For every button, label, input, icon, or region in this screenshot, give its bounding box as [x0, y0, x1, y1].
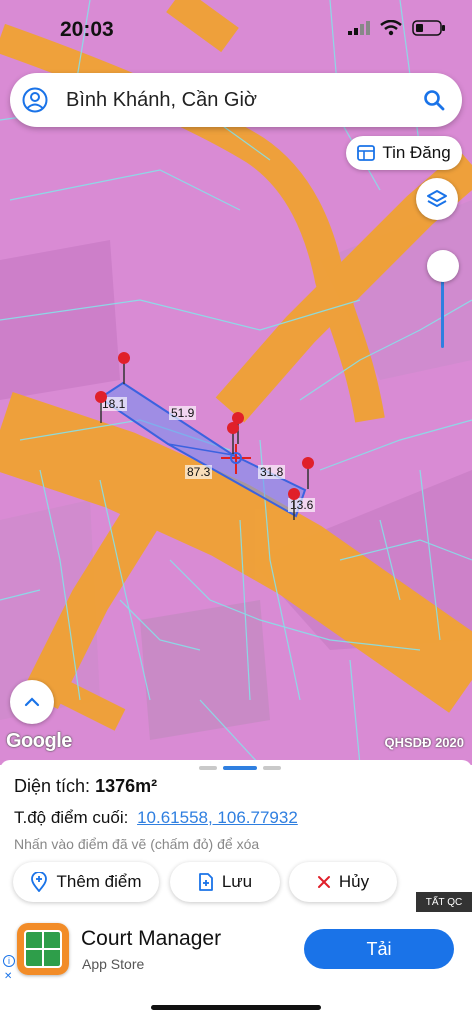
- area-value: 1376m²: [95, 776, 158, 796]
- cancel-label: Hủy: [338, 872, 370, 891]
- coords-label: T.độ điểm cuối:: [14, 808, 129, 827]
- coords-readout: T.độ điểm cuối: 10.61558, 106.77932: [14, 808, 298, 828]
- page-dot: [199, 766, 217, 770]
- tin-dang-label: Tin Đăng: [382, 143, 451, 162]
- save-button[interactable]: Lưu: [170, 862, 280, 902]
- opacity-slider-handle[interactable]: [427, 250, 459, 282]
- map-view[interactable]: 18.1 51.9 87.3 31.8 13.6 20:03 Bình Khán…: [0, 0, 472, 765]
- listing-icon: [357, 145, 376, 161]
- save-label: Lưu: [221, 872, 253, 891]
- coords-link[interactable]: 10.61558, 106.77932: [137, 808, 298, 827]
- google-logo: Google: [6, 730, 72, 752]
- expand-panel-button[interactable]: [10, 680, 54, 724]
- layers-button[interactable]: [416, 178, 458, 220]
- hide-ads-button[interactable]: TẤT QC: [416, 892, 472, 912]
- ad-close-icon[interactable]: ✕: [4, 971, 12, 982]
- wifi-icon: [380, 20, 402, 36]
- area-readout: Diện tích: 1376m²: [14, 776, 157, 797]
- status-time: 20:03: [60, 18, 114, 41]
- ad-app-icon: [17, 923, 69, 975]
- ad-subtitle: App Store: [82, 956, 145, 972]
- hint-text: Nhấn vào điểm đã vẽ (chấm đỏ) để xóa: [14, 836, 260, 852]
- layers-icon: [427, 190, 447, 207]
- ad-install-button[interactable]: Tải: [304, 929, 454, 969]
- search-icon[interactable]: [422, 88, 446, 112]
- measurement-panel: Diện tích: 1376m² T.độ điểm cuối: 10.615…: [0, 760, 472, 1024]
- ad-title: Court Manager: [81, 927, 222, 950]
- map-layer-label: QHSDĐ 2020: [384, 735, 464, 750]
- ad-info-icon[interactable]: i: [3, 955, 15, 967]
- add-point-button[interactable]: Thêm điểm: [13, 862, 159, 902]
- cancel-button[interactable]: Hủy: [289, 862, 397, 902]
- map-pin-icon[interactable]: [300, 455, 316, 489]
- battery-icon: [412, 20, 445, 36]
- chevron-up-icon: [24, 697, 40, 707]
- page-dot: [263, 766, 281, 770]
- home-indicator[interactable]: [151, 1005, 321, 1010]
- cellular-signal-icon: [348, 21, 370, 35]
- page-indicator: [199, 766, 281, 770]
- tin-dang-button[interactable]: Tin Đăng: [346, 136, 462, 170]
- add-point-label: Thêm điểm: [56, 872, 142, 891]
- add-location-icon: [31, 872, 48, 892]
- parcel-label-4: 31.8: [258, 465, 286, 479]
- ad-banner[interactable]: i ✕ Court Manager App Store Tải: [0, 915, 472, 995]
- search-bar[interactable]: Bình Khánh, Cần Giờ: [10, 73, 462, 127]
- map-pin-icon[interactable]: [93, 389, 109, 423]
- parcel-label-3: 87.3: [185, 465, 213, 479]
- user-profile-icon[interactable]: [22, 87, 48, 113]
- map-pin-icon[interactable]: [286, 486, 302, 520]
- status-bar: 20:03: [0, 0, 472, 62]
- area-label: Diện tích:: [14, 776, 91, 796]
- parcel-label-2: 51.9: [169, 406, 197, 420]
- close-icon: [317, 876, 330, 888]
- map-pin-icon[interactable]: [225, 420, 241, 454]
- page-dot-active: [223, 766, 257, 770]
- map-pin-icon[interactable]: [116, 350, 132, 384]
- search-input[interactable]: Bình Khánh, Cần Giờ: [66, 89, 422, 112]
- save-file-icon: [198, 873, 213, 891]
